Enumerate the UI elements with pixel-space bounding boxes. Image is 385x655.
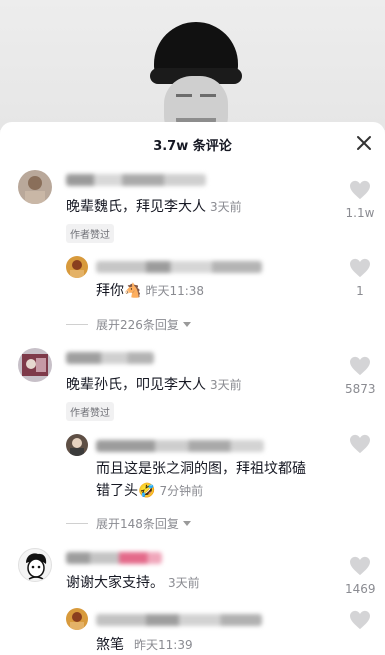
close-icon xyxy=(357,136,371,150)
reply-text-line2: 错了头🤣 7分钟前 xyxy=(96,480,203,502)
close-button[interactable] xyxy=(353,132,375,154)
reply-like-count: 1 xyxy=(356,284,364,298)
comment-text: 谢谢大家支持。 3天前 xyxy=(66,572,200,594)
reply-like-button[interactable]: 1 xyxy=(345,258,375,298)
reply-time: 7分钟前 xyxy=(159,484,204,498)
avatar[interactable] xyxy=(18,170,52,204)
reply-text: 而且这是张之洞的图，拜祖坟都磕 xyxy=(96,458,306,480)
author-liked-badge: 作者赞过 xyxy=(66,224,114,243)
reply-text: 拜你🐴 昨天11:38 xyxy=(96,280,204,302)
comment-body: 谢谢大家支持。 xyxy=(66,575,164,591)
sheet-header: 3.7w 条评论 xyxy=(0,122,385,166)
username-blurred[interactable] xyxy=(66,552,162,564)
heart-icon xyxy=(350,434,370,454)
author-liked-badge: 作者赞过 xyxy=(66,402,114,421)
avatar[interactable] xyxy=(18,348,52,382)
comment-sheet: 3.7w 条评论 晚辈魏氏，拜见李大人 3天前 作者赞过 1.1w 拜你🐴 昨天11… xyxy=(0,122,385,655)
chevron-down-icon xyxy=(182,521,191,526)
divider-line xyxy=(66,523,88,524)
like-count: 1.1w xyxy=(345,206,375,220)
reply-body-line2: 错了头 xyxy=(96,483,138,499)
reply-time: 昨天11:39 xyxy=(134,638,193,652)
reply-body-line1: 而且这是张之洞的图，拜祖坟都磕 xyxy=(96,461,306,477)
like-count: 1469 xyxy=(345,582,376,596)
heart-icon xyxy=(350,610,370,630)
reply-body: 煞笔 xyxy=(96,637,124,653)
heart-icon xyxy=(350,180,370,200)
avatar[interactable] xyxy=(18,548,52,582)
reply-body: 拜你 xyxy=(96,283,124,299)
expand-replies-button[interactable]: 展开148条回复 xyxy=(66,515,191,532)
comment-time: 3天前 xyxy=(210,200,242,214)
expand-replies-label: 展开148条回复 xyxy=(96,517,179,531)
username-blurred[interactable] xyxy=(66,174,206,186)
reply-avatar[interactable] xyxy=(66,608,88,630)
expand-replies-label: 展开226条回复 xyxy=(96,318,179,332)
reply-like-button[interactable] xyxy=(345,610,375,634)
username-blurred[interactable] xyxy=(66,352,154,364)
like-button[interactable]: 5873 xyxy=(345,356,376,396)
heart-icon xyxy=(350,556,370,576)
chevron-down-icon xyxy=(182,322,191,327)
heart-icon xyxy=(350,258,370,278)
video-backdrop xyxy=(0,0,385,130)
expand-replies-button[interactable]: 展开226条回复 xyxy=(66,316,191,333)
reply-username-blurred[interactable] xyxy=(96,614,262,626)
portrait-image xyxy=(150,14,242,130)
reply-like-button[interactable] xyxy=(345,434,375,458)
reply-avatar[interactable] xyxy=(66,256,88,278)
reply-text: 煞笔 昨天11:39 xyxy=(96,634,193,655)
heart-icon xyxy=(350,356,370,376)
comment-text: 晚辈魏氏，拜见李大人 3天前 xyxy=(66,196,242,218)
rofl-emoji: 🤣 xyxy=(138,483,156,499)
reply-username-blurred[interactable] xyxy=(96,440,264,452)
reply-username-blurred[interactable] xyxy=(96,261,262,273)
like-button[interactable]: 1469 xyxy=(345,556,376,596)
like-count: 5873 xyxy=(345,382,376,396)
like-button[interactable]: 1.1w xyxy=(345,180,375,220)
reply-time: 昨天11:38 xyxy=(145,284,205,298)
comment-count-title: 3.7w 条评论 xyxy=(153,139,232,154)
comment-time: 3天前 xyxy=(210,378,242,392)
divider-line xyxy=(66,324,88,325)
comment-text: 晚辈孙氏，叩见李大人 3天前 xyxy=(66,374,242,396)
horse-emoji: 🐴 xyxy=(124,283,142,299)
reply-avatar[interactable] xyxy=(66,434,88,456)
comment-body: 晚辈孙氏，叩见李大人 xyxy=(66,377,206,393)
comment-body: 晚辈魏氏，拜见李大人 xyxy=(66,199,206,215)
comment-time: 3天前 xyxy=(168,576,200,590)
